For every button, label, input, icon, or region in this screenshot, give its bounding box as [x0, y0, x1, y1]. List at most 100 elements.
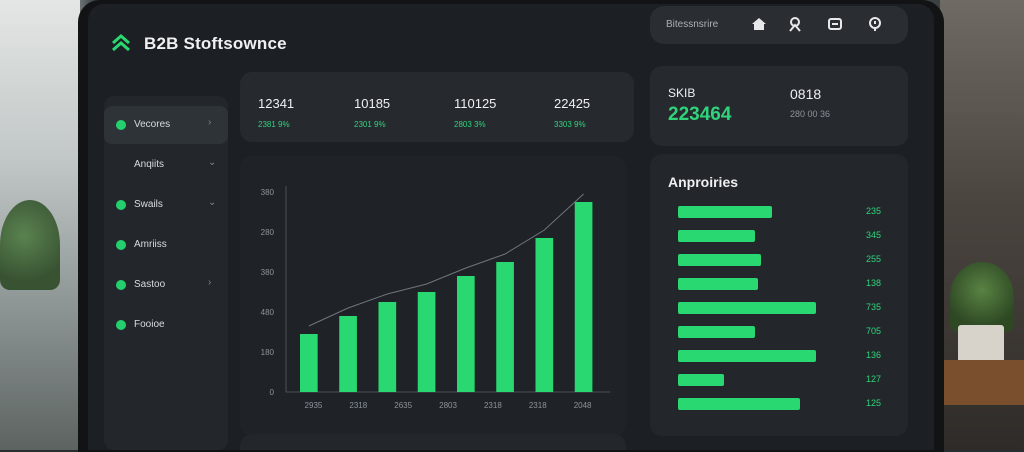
search-input[interactable]: Bitessnsrire: [666, 19, 718, 30]
sidebar-item-anqiits[interactable]: Anqiits ⌄: [104, 146, 228, 184]
priority-row: 345: [678, 230, 898, 244]
status-dot-icon: [116, 200, 126, 210]
sidebar-item-label: Amriiss: [134, 239, 167, 250]
priority-bar: [678, 278, 758, 290]
priority-row: 735: [678, 302, 898, 316]
status-dot-icon: [116, 120, 126, 130]
x-tick-label: 2803: [439, 401, 457, 410]
priority-bar: [678, 206, 772, 218]
stat-card: 110125 2803 3%: [454, 96, 544, 129]
stat-change: 2381 9%: [258, 120, 290, 129]
chart-bar: [378, 302, 397, 392]
priority-row: 125: [678, 398, 898, 412]
user-icon[interactable]: [786, 15, 804, 33]
x-tick-label: 2048: [574, 401, 592, 410]
priority-bar: [678, 350, 816, 362]
sidebar-item-label: Sastoo: [134, 279, 166, 290]
top-search-bar[interactable]: Bitessnsrire: [650, 6, 908, 44]
priority-value: 235: [866, 206, 882, 216]
logo-icon: [112, 34, 130, 52]
priority-bar: [678, 326, 755, 338]
sidebar-item-label: Fooioe: [134, 319, 165, 330]
priority-row: 138: [678, 278, 898, 292]
dashboard-screen: B2B Stoftsownce Bitessnsrire Vecores › A…: [88, 4, 934, 450]
y-tick-label: 380: [261, 268, 275, 277]
priority-bar: [678, 398, 801, 410]
x-tick-label: 2635: [394, 401, 412, 410]
chart-bar: [300, 334, 318, 392]
chevron-down-icon: ⌄: [208, 157, 217, 168]
priority-value: 255: [866, 254, 882, 264]
summary-label: SKIB: [668, 86, 696, 100]
stat-card: 12341 2381 9%: [258, 96, 348, 129]
chevron-down-icon: ⌄: [208, 197, 217, 208]
priority-bar: [678, 302, 816, 314]
priority-bar: [678, 254, 762, 266]
status-dot-icon: [116, 320, 126, 330]
sidebar-item-label: Vecores: [134, 119, 171, 130]
x-tick-label: 2318: [349, 401, 367, 410]
sidebar-item-label: Swails: [134, 199, 163, 210]
sidebar-item-vecores[interactable]: Vecores ›: [104, 106, 228, 144]
status-dot-icon: [116, 280, 126, 290]
priority-row: 705: [678, 326, 898, 340]
priority-row: 136: [678, 350, 898, 364]
chart-bar: [496, 262, 514, 392]
stat-card: 10185 2301 9%: [354, 96, 444, 129]
priority-value: 735: [866, 302, 882, 312]
y-tick-label: 180: [261, 348, 275, 357]
home-icon[interactable]: [750, 15, 768, 33]
background-shelf: [944, 360, 1024, 405]
stat-value: 22425: [554, 96, 591, 111]
chart-bar: [535, 238, 554, 392]
sidebar-item-fooioe[interactable]: Fooioe: [104, 306, 228, 344]
y-tick-label: 380: [261, 188, 275, 197]
priority-value: 136: [866, 350, 882, 360]
bar-chart-panel: 0 180 480 380 280 380 2935 2318 2635 2803 2318 2318…: [240, 156, 626, 436]
chart-bar: [574, 202, 593, 392]
x-tick-label: 2318: [529, 401, 547, 410]
status-dot-icon: [116, 240, 126, 250]
background-pot: [958, 325, 1004, 365]
sidebar-item-swails[interactable]: Swails ⌄: [104, 186, 228, 224]
bar-chart: 0 180 480 380 280 380 2935 2318 2635 2803 2318 2318…: [261, 186, 610, 410]
stat-change: 2803 3%: [454, 120, 486, 129]
chevron-right-icon: ›: [208, 117, 212, 128]
chart-bar: [339, 316, 357, 392]
stat-card: 22425 3303 9%: [554, 96, 644, 129]
priority-row: 127: [678, 374, 898, 388]
summary-secondary-value: 0818: [790, 86, 822, 102]
background-plant: [0, 200, 60, 290]
panel-title: Anproiries: [668, 174, 739, 190]
stat-change: 2301 9%: [354, 120, 386, 129]
priority-value: 345: [866, 230, 882, 240]
sidebar-item-sastoo[interactable]: Sastoo ›: [104, 266, 228, 304]
y-tick-label: 280: [261, 228, 275, 237]
summary-card: SKIB 223464 0818 280 00 36: [650, 66, 908, 146]
priority-row: 255: [678, 254, 898, 268]
sidebar-item-label: Anqiits: [134, 159, 165, 170]
x-tick-label: 2935: [305, 401, 323, 410]
priority-value: 127: [866, 374, 882, 384]
chart-bar: [417, 292, 436, 392]
top-bar: B2B Stoftsownce Bitessnsrire: [88, 4, 934, 68]
background-plant-right: [950, 262, 1014, 332]
y-tick-label: 0: [270, 388, 275, 397]
app-title: B2B Stoftsownce: [144, 34, 287, 53]
priority-value: 705: [866, 326, 882, 336]
summary-secondary-sub: 280 00 36: [790, 109, 831, 119]
chevron-right-icon: ›: [208, 277, 212, 288]
sidebar-item-amriiss[interactable]: Amriiss: [104, 226, 228, 264]
chat-icon[interactable]: [826, 15, 844, 33]
priorities-panel: Anproiries 235 345 255 138 735 705 136 127 125: [650, 154, 908, 436]
y-tick-label: 480: [261, 308, 275, 317]
bell-icon[interactable]: [866, 15, 884, 33]
summary-value: 223464: [668, 104, 732, 125]
stat-value: 10185: [354, 96, 391, 111]
priority-value: 138: [866, 278, 882, 288]
stat-value: 110125: [454, 96, 497, 111]
stat-value: 12341: [258, 96, 295, 111]
chart-bar: [457, 276, 475, 392]
priority-value: 125: [866, 398, 882, 408]
priority-bar: [678, 374, 724, 386]
